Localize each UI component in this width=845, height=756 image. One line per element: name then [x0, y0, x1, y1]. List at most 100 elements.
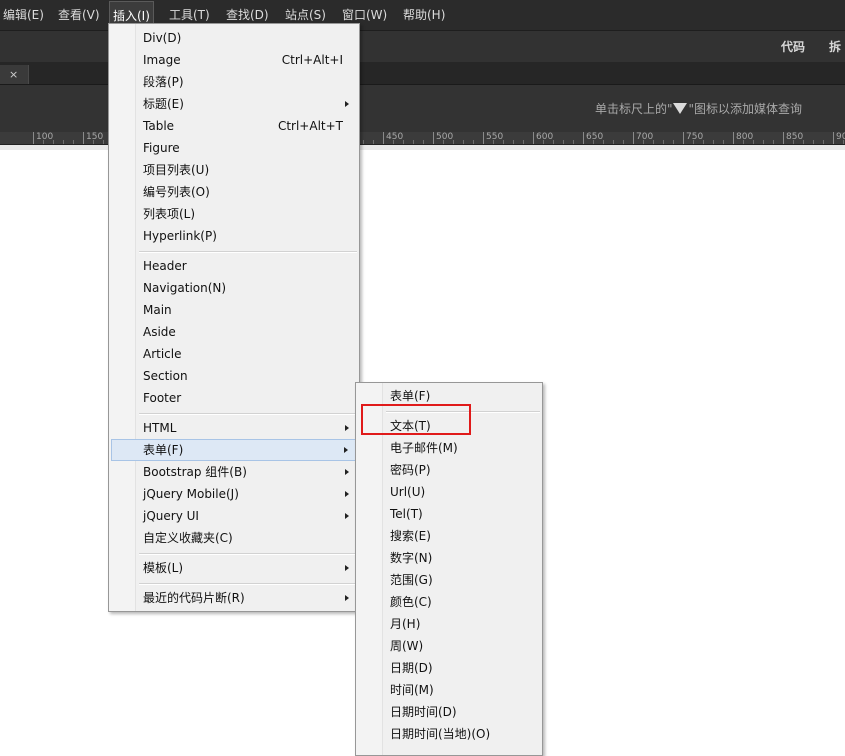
menu-item-recent-snippets[interactable]: 最近的代码片断(R)	[111, 587, 357, 609]
menu-item-label: 自定义收藏夹(C)	[143, 531, 233, 545]
ruler-minor-tick	[703, 140, 704, 144]
menu-edit[interactable]: 编辑(E)	[0, 0, 47, 30]
menu-item-label: 范围(G)	[390, 573, 433, 587]
menu-item-footer[interactable]: Footer	[111, 387, 357, 409]
menu-help[interactable]: 帮助(H)	[400, 0, 448, 30]
submenu-arrow-icon	[345, 513, 349, 519]
submenu-item-datetime-local[interactable]: 日期时间(当地)(O)	[358, 723, 540, 745]
menu-item-label: Bootstrap 组件(B)	[143, 465, 247, 479]
menu-item-label: 搜索(E)	[390, 529, 431, 543]
menu-item-label: jQuery UI	[143, 509, 199, 523]
submenu-item-month[interactable]: 月(H)	[358, 613, 540, 635]
ruler-minor-tick	[393, 140, 394, 144]
submenu-item-week[interactable]: 周(W)	[358, 635, 540, 657]
menu-item-label: Footer	[143, 391, 182, 405]
submenu-item-range[interactable]: 范围(G)	[358, 569, 540, 591]
ruler-minor-tick	[93, 140, 94, 144]
submenu-item-tel[interactable]: Tel(T)	[358, 503, 540, 525]
ruler-minor-tick	[363, 140, 364, 144]
menu-item-image[interactable]: Image Ctrl+Alt+I	[111, 49, 357, 71]
menu-item-html[interactable]: HTML	[111, 417, 357, 439]
shortcut-label: Ctrl+Alt+I	[281, 53, 343, 67]
menu-item-label: 电子邮件(M)	[390, 441, 458, 455]
menu-item-figure[interactable]: Figure	[111, 137, 357, 159]
menu-view[interactable]: 查看(V)	[55, 0, 103, 30]
ruler-minor-tick	[843, 140, 844, 144]
ruler-minor-tick	[603, 140, 604, 144]
menu-item-label: jQuery Mobile(J)	[143, 487, 239, 501]
menu-item-header[interactable]: Header	[111, 255, 357, 277]
menu-item-label: Div(D)	[143, 31, 182, 45]
menu-item-label: 段落(P)	[143, 75, 184, 89]
submenu-arrow-icon	[345, 101, 349, 107]
menu-item-label: Figure	[143, 141, 180, 155]
menu-item-label: 月(H)	[390, 617, 421, 631]
document-tab[interactable]: ×	[0, 65, 29, 84]
submenu-item-number[interactable]: 数字(N)	[358, 547, 540, 569]
menu-item-custom-favorites[interactable]: 自定义收藏夹(C)	[111, 527, 357, 549]
menu-item-label: 标题(E)	[143, 97, 184, 111]
menu-item-label: 日期时间(当地)(O)	[390, 727, 491, 741]
submenu-item-datetime[interactable]: 日期时间(D)	[358, 701, 540, 723]
menu-item-table[interactable]: Table Ctrl+Alt+T	[111, 115, 357, 137]
menu-item-label: Hyperlink(P)	[143, 229, 217, 243]
menu-separator	[139, 251, 357, 253]
menu-item-jquery-mobile[interactable]: jQuery Mobile(J)	[111, 483, 357, 505]
ruler-minor-tick	[623, 140, 624, 144]
ruler-minor-tick	[453, 140, 454, 144]
menu-item-numbered-list[interactable]: 编号列表(O)	[111, 181, 357, 203]
ruler-minor-tick	[43, 140, 44, 144]
menu-item-div[interactable]: Div(D)	[111, 27, 357, 49]
menu-item-bulleted-list[interactable]: 项目列表(U)	[111, 159, 357, 181]
submenu-item-search[interactable]: 搜索(E)	[358, 525, 540, 547]
menu-item-section[interactable]: Section	[111, 365, 357, 387]
shortcut-label: Ctrl+Alt+T	[277, 119, 343, 133]
submenu-item-email[interactable]: 电子邮件(M)	[358, 437, 540, 459]
insert-menu: Div(D) Image Ctrl+Alt+I 段落(P) 标题(E) Table…	[108, 23, 360, 612]
menu-item-article[interactable]: Article	[111, 343, 357, 365]
menu-item-label: Header	[143, 259, 187, 273]
ruler-minor-tick	[803, 140, 804, 144]
menu-item-navigation[interactable]: Navigation(N)	[111, 277, 357, 299]
ruler-minor-tick	[553, 140, 554, 144]
split-view-button[interactable]: 拆分	[829, 31, 845, 86]
code-view-button[interactable]: 代码	[781, 31, 805, 63]
menu-separator	[139, 413, 357, 415]
menu-item-main[interactable]: Main	[111, 299, 357, 321]
ruler-minor-tick	[693, 140, 694, 144]
menu-item-hyperlink[interactable]: Hyperlink(P)	[111, 225, 357, 247]
close-icon[interactable]: ×	[9, 66, 18, 83]
ruler-minor-tick	[423, 140, 424, 144]
submenu-item-date[interactable]: 日期(D)	[358, 657, 540, 679]
ruler-minor-tick	[763, 140, 764, 144]
menu-item-templates[interactable]: 模板(L)	[111, 557, 357, 579]
ruler-minor-tick	[503, 140, 504, 144]
menu-item-list-item[interactable]: 列表项(L)	[111, 203, 357, 225]
menu-item-heading[interactable]: 标题(E)	[111, 93, 357, 115]
menu-item-label: Table	[143, 119, 175, 133]
ruler-minor-tick	[643, 140, 644, 144]
ruler-minor-tick	[563, 140, 564, 144]
submenu-arrow-icon	[345, 595, 349, 601]
menu-item-aside[interactable]: Aside	[111, 321, 357, 343]
menu-item-form[interactable]: 表单(F)	[111, 439, 357, 461]
ruler-minor-tick	[103, 140, 104, 144]
media-query-hint-end: "图标以添加媒体查询	[688, 102, 802, 116]
menu-item-label: 最近的代码片断(R)	[143, 591, 245, 605]
submenu-item-color[interactable]: 颜色(C)	[358, 591, 540, 613]
ruler-minor-tick	[413, 140, 414, 144]
menu-item-bootstrap-components[interactable]: Bootstrap 组件(B)	[111, 461, 357, 483]
submenu-item-url[interactable]: Url(U)	[358, 481, 540, 503]
ruler-minor-tick	[63, 140, 64, 144]
menu-item-label: 项目列表(U)	[143, 163, 210, 177]
menu-item-label: 时间(M)	[390, 683, 434, 697]
submenu-item-time[interactable]: 时间(M)	[358, 679, 540, 701]
ruler-minor-tick	[653, 140, 654, 144]
submenu-item-password[interactable]: 密码(P)	[358, 459, 540, 481]
ruler-minor-tick	[813, 140, 814, 144]
menu-item-label: 日期时间(D)	[390, 705, 457, 719]
menu-item-paragraph[interactable]: 段落(P)	[111, 71, 357, 93]
menu-item-jquery-ui[interactable]: jQuery UI	[111, 505, 357, 527]
menu-item-label: Image	[143, 53, 181, 67]
ruler-minor-tick	[663, 140, 664, 144]
